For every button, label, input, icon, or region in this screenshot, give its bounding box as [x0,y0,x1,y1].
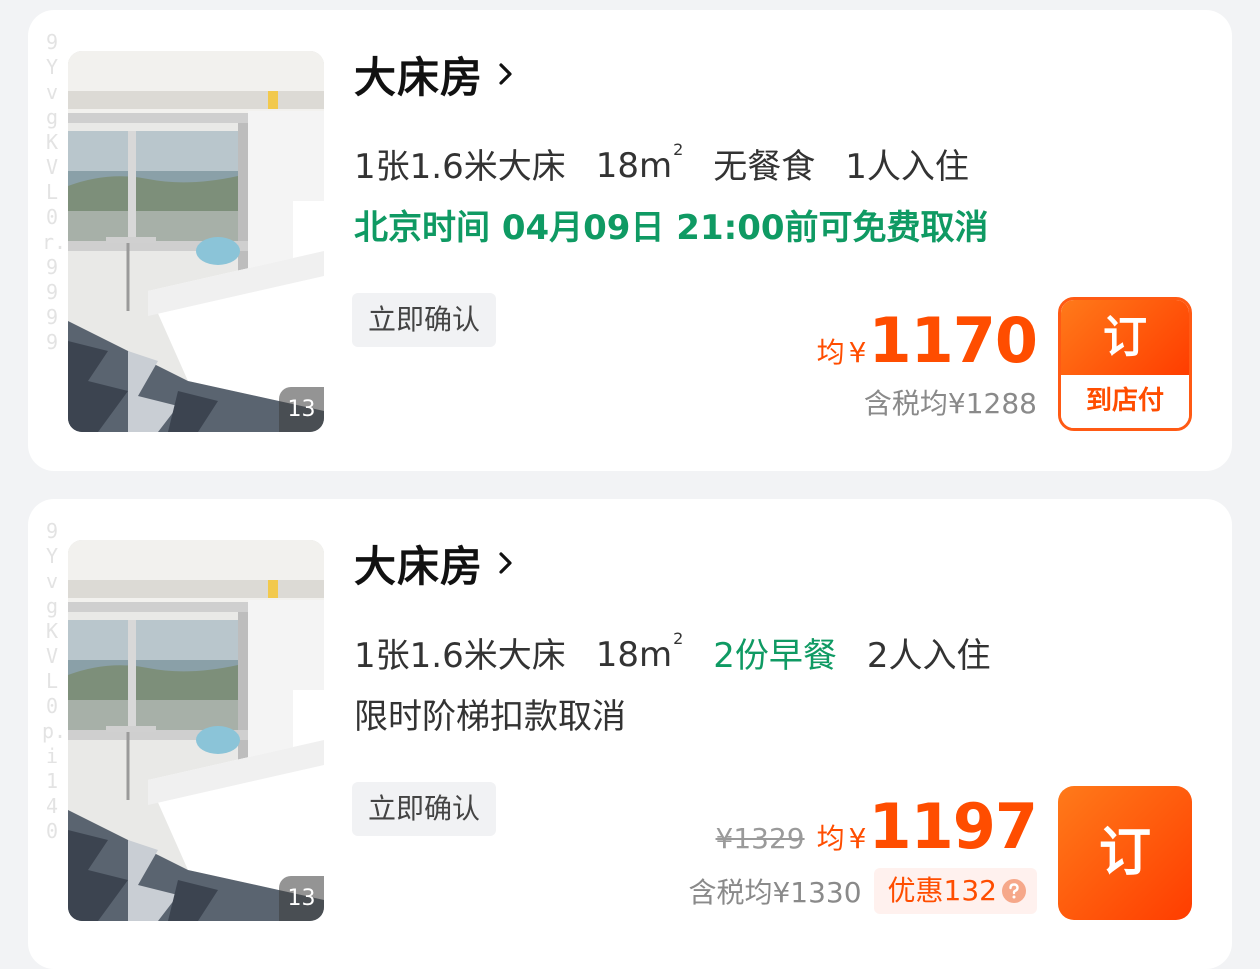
room-card[interactable]: 9YvgKVL0r.9999 13 大床房 1张1.6米大床 18m2 无餐食 … [28,10,1232,471]
price-block: 均 ¥ 1170 含税均¥1288 [816,304,1038,422]
instant-confirm-tag: 立即确认 [352,782,497,836]
book-button[interactable]: 订 到店付 [1058,297,1192,431]
watermark: 9YvgKVL0r.9999 [42,30,67,354]
tax-row: 含税均¥1288 [817,382,1037,422]
discount-amount: 优惠132 [887,874,997,907]
currency-symbol: ¥ [848,336,867,369]
avg-label: 均 [816,336,845,369]
tax-row: 含税均¥1330 优惠132 [688,868,1037,914]
avg-label: 均 [816,822,845,855]
room-title: 大床房 [354,52,484,102]
occupancy-info: 1人入住 [845,146,969,187]
instant-confirm-tag: 立即确认 [352,293,497,347]
price-block: ¥1329 均 ¥ 1197 含税均¥1330 优惠132 [688,790,1038,914]
room-area: 18m2 [596,140,684,186]
room-title: 大床房 [354,541,484,591]
price-amount: 1170 [868,304,1038,377]
room-area: 18m2 [596,629,684,675]
photo-count-badge: 13 [279,876,324,921]
tax-included-price: 含税均¥1288 [863,387,1037,420]
chevron-right-icon [499,63,512,85]
book-button[interactable]: 订 [1058,786,1192,920]
room-area-value: 18m [595,635,673,675]
room-title-link[interactable]: 大床房 [354,533,517,593]
room-photo-image [68,540,324,921]
meal-info: 2份早餐 [713,635,837,676]
photo-count-badge: 13 [279,387,324,432]
room-area-unit: 2 [673,140,684,159]
watermark: 9YvgKVL0p.i140 [42,519,67,843]
pay-at-hotel-label: 到店付 [1061,375,1189,428]
room-photo-image [68,51,324,432]
cancellation-policy: 北京时间 04月09日 21:00前可免费取消 [354,208,989,248]
room-area-unit: 2 [673,629,684,648]
bed-info: 1张1.6米大床 [354,146,566,187]
price-amount: 1197 [868,790,1038,863]
price-row: ¥1329 均 ¥ 1197 [688,790,1038,863]
question-circle-icon[interactable] [1001,878,1027,904]
meal-info: 无餐食 [713,146,816,187]
cancellation-policy: 限时阶梯扣款取消 [354,697,626,737]
bed-info: 1张1.6米大床 [354,635,566,676]
room-photo[interactable]: 13 [68,51,324,432]
room-title-link[interactable]: 大床房 [354,44,517,104]
room-details: 1张1.6米大床 18m2 2份早餐 2人入住 [354,625,1021,679]
occupancy-info: 2人入住 [866,635,991,676]
currency-symbol: ¥ [848,822,867,855]
chevron-right-icon [499,552,512,574]
room-photo[interactable]: 13 [68,540,324,921]
price-row: 均 ¥ 1170 [816,304,1038,377]
original-price: ¥1329 [715,822,805,855]
room-details: 1张1.6米大床 18m2 无餐食 1人入住 [354,136,999,190]
room-area-value: 18m [595,146,673,186]
book-button-label: 订 [1061,300,1189,375]
room-card[interactable]: 9YvgKVL0p.i140 13 大床房 1张1.6米大床 18m2 2份早餐… [28,499,1232,969]
discount-badge[interactable]: 优惠132 [873,868,1037,914]
tax-included-price: 含税均¥1330 [688,876,862,909]
